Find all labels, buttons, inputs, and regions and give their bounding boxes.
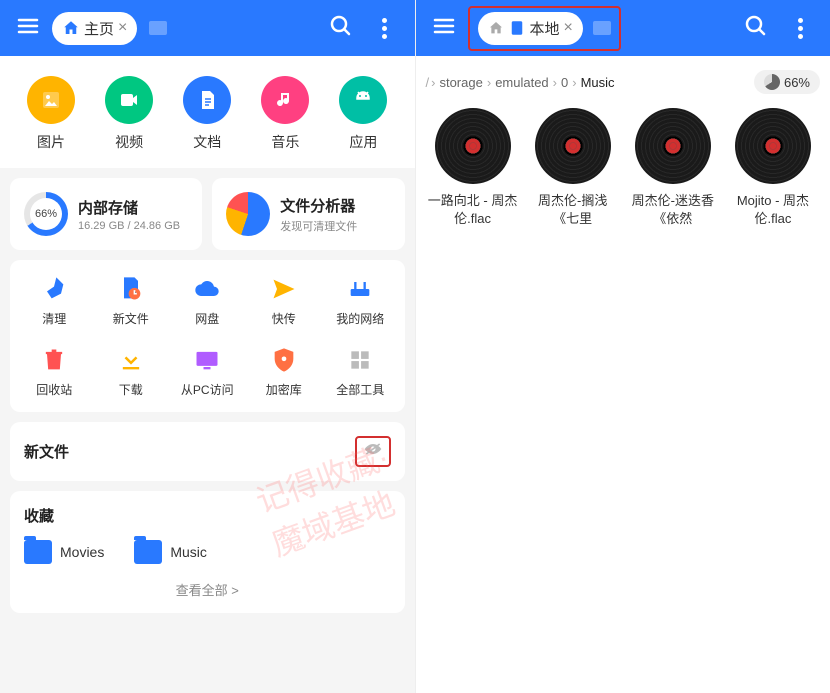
tool-newfile[interactable]: 新文件: [95, 274, 168, 327]
eye-off-icon: [363, 442, 383, 456]
file-clock-icon: [116, 274, 146, 304]
tab-label: 本地: [530, 18, 560, 39]
tool-vault[interactable]: 加密库: [248, 345, 321, 398]
tool-transfer[interactable]: 快传: [248, 274, 321, 327]
search-button[interactable]: [323, 8, 359, 49]
tab-local[interactable]: 本地 ×: [468, 6, 621, 51]
tool-recycle[interactable]: 回收站: [18, 345, 91, 398]
menu-button[interactable]: [428, 10, 460, 47]
category-row: 图片 视频 文档 音乐: [0, 56, 415, 168]
hide-toggle[interactable]: [355, 436, 391, 467]
folder-icon: [24, 540, 52, 564]
music-icon: [261, 76, 309, 124]
image-icon: [27, 76, 75, 124]
video-icon: [105, 76, 153, 124]
download-icon: [116, 345, 146, 375]
search-icon: [744, 14, 768, 38]
chevron-right-icon: /: [426, 75, 430, 90]
home-icon: [488, 20, 504, 36]
send-icon: [269, 274, 299, 304]
bc-storage[interactable]: storage: [437, 75, 484, 90]
more-button[interactable]: [367, 10, 403, 46]
tool-pc-access[interactable]: 从PC访问: [171, 345, 244, 398]
favorites-section: 收藏 Movies Music 查看全部 >: [10, 491, 405, 613]
vinyl-icon: [635, 108, 711, 184]
home-panel: 主页 × 图片 视频: [0, 0, 416, 693]
tab-home[interactable]: 主页 ×: [52, 12, 137, 45]
search-button[interactable]: [738, 8, 774, 49]
category-images[interactable]: 图片: [27, 76, 75, 152]
tool-grid: 清理 新文件 网盘 快传 我的网络 回收站 下载 从PC访问 加密库 全部工具: [10, 260, 405, 412]
grid-icon: [345, 345, 375, 375]
shield-icon: [269, 345, 299, 375]
tool-all[interactable]: 全部工具: [324, 345, 397, 398]
category-music[interactable]: 音乐: [261, 76, 309, 152]
category-docs[interactable]: 文档: [183, 76, 231, 152]
section-title: 新文件: [24, 441, 69, 462]
music-file[interactable]: 一路向北 - 周杰伦.flac: [426, 108, 520, 227]
vinyl-icon: [735, 108, 811, 184]
header: 本地 ×: [416, 0, 830, 56]
hamburger-icon: [16, 14, 40, 38]
menu-button[interactable]: [12, 10, 44, 47]
more-button[interactable]: [782, 10, 818, 46]
storage-pill[interactable]: 66%: [754, 70, 820, 94]
broom-icon: [39, 274, 69, 304]
file-grid: 一路向北 - 周杰伦.flac 周杰伦-搁浅《七里 周杰伦-迷迭香《依然 Moj…: [416, 108, 830, 227]
favorite-movies[interactable]: Movies: [24, 540, 104, 564]
folder-icon: [134, 540, 162, 564]
music-file[interactable]: Mojito - 周杰伦.flac: [726, 108, 820, 227]
vinyl-icon: [535, 108, 611, 184]
tool-cloud[interactable]: 网盘: [171, 274, 244, 327]
category-apps[interactable]: 应用: [339, 76, 387, 152]
tool-network[interactable]: 我的网络: [324, 274, 397, 327]
breadcrumb: / › storage › emulated › 0 › Music 66%: [416, 56, 830, 108]
category-video[interactable]: 视频: [105, 76, 153, 152]
bc-zero[interactable]: 0: [559, 75, 570, 90]
bc-emulated[interactable]: emulated: [493, 75, 550, 90]
vinyl-icon: [435, 108, 511, 184]
pie-icon: [764, 74, 780, 90]
cloud-icon: [192, 274, 222, 304]
trash-icon: [39, 345, 69, 375]
close-icon[interactable]: ×: [118, 19, 127, 37]
pie-icon: [226, 192, 270, 236]
local-panel: 本地 × / › storage › emulated › 0 › Music …: [416, 0, 830, 693]
tab-add-placeholder[interactable]: [593, 21, 611, 35]
close-icon[interactable]: ×: [564, 19, 573, 37]
doc-icon: [183, 76, 231, 124]
favorite-music[interactable]: Music: [134, 540, 207, 564]
storage-row: 66% 内部存储 16.29 GB / 24.86 GB 文件分析器 发现可清理…: [0, 178, 415, 260]
bc-music[interactable]: Music: [579, 75, 617, 90]
home-content: 图片 视频 文档 音乐: [0, 56, 415, 693]
sd-icon: [508, 19, 526, 37]
header: 主页 ×: [0, 0, 415, 56]
more-vert-icon: [788, 16, 812, 40]
tool-download[interactable]: 下载: [95, 345, 168, 398]
internal-storage-card[interactable]: 66% 内部存储 16.29 GB / 24.86 GB: [10, 178, 202, 250]
new-files-section: 新文件: [10, 422, 405, 481]
analyzer-card[interactable]: 文件分析器 发现可清理文件: [212, 178, 404, 250]
view-all-link[interactable]: 查看全部 >: [24, 580, 391, 599]
music-file[interactable]: 周杰伦-迷迭香《依然: [626, 108, 720, 227]
tab-label: 主页: [84, 18, 114, 39]
music-file[interactable]: 周杰伦-搁浅《七里: [526, 108, 620, 227]
more-vert-icon: [373, 16, 397, 40]
home-icon: [62, 19, 80, 37]
android-icon: [339, 76, 387, 124]
router-icon: [345, 274, 375, 304]
tab-add-placeholder[interactable]: [149, 21, 167, 35]
tool-clean[interactable]: 清理: [18, 274, 91, 327]
search-icon: [329, 14, 353, 38]
pc-icon: [192, 345, 222, 375]
section-title: 收藏: [24, 505, 391, 526]
hamburger-icon: [432, 14, 456, 38]
storage-donut-icon: 66%: [24, 192, 68, 236]
